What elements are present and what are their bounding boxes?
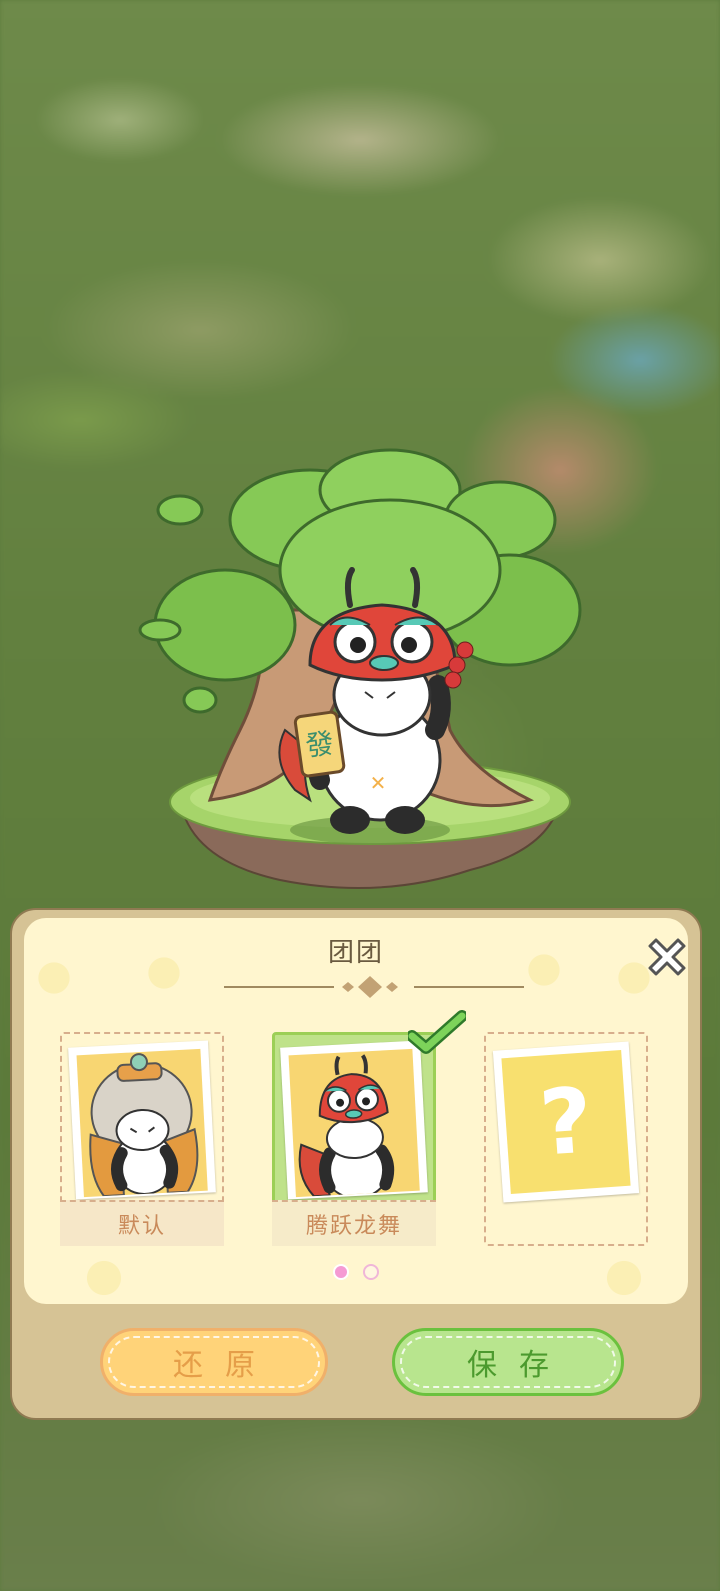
mystery-card: ?	[492, 1041, 640, 1203]
title-divider	[224, 976, 524, 998]
outfit-panel: 团团 默认 腾跃龙舞 ? 还原 保存	[10, 908, 702, 1420]
restore-button[interactable]: 还原	[100, 1328, 328, 1396]
fa-sign: 發	[293, 710, 346, 778]
outfit-label-default: 默认	[60, 1200, 224, 1246]
outfit-panel-content: 团团 默认 腾跃龙舞 ?	[24, 918, 688, 1304]
outfit-photo-default	[76, 1048, 208, 1198]
character-scene: ✕ 發	[138, 448, 582, 889]
outfit-card-dragon-dance	[280, 1040, 428, 1200]
outfit-card-default	[68, 1040, 216, 1200]
save-button-label: 保存	[467, 1348, 571, 1383]
outfit-photo-dragon-dance	[288, 1048, 420, 1198]
outfit-label-dragon-dance: 腾跃龙舞	[272, 1200, 436, 1246]
outfit-slot-locked[interactable]: ?	[484, 1032, 648, 1246]
outfit-slot-default[interactable]: 默认	[60, 1032, 224, 1246]
question-mark-icon: ?	[501, 1049, 631, 1195]
page-dot-2[interactable]	[363, 1264, 379, 1280]
restore-button-label: 还原	[173, 1348, 277, 1383]
character-name-title: 团团	[327, 938, 384, 968]
svg-text:發: 發	[303, 726, 335, 763]
page-dot-1[interactable]	[333, 1264, 349, 1280]
svg-text:✕: ✕	[370, 771, 387, 795]
outfit-slot-dragon-dance[interactable]: 腾跃龙舞	[272, 1010, 466, 1246]
close-icon[interactable]	[642, 932, 692, 982]
selected-checkmark-icon	[408, 1010, 466, 1054]
save-button[interactable]: 保存	[392, 1328, 624, 1396]
pagination-dots	[24, 1264, 688, 1280]
